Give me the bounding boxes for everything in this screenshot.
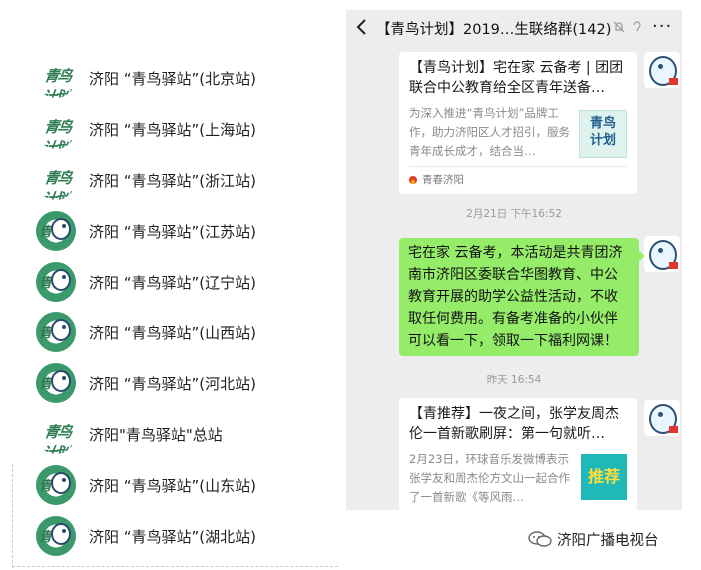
bird-eye xyxy=(62,275,66,279)
chat-panel: 【青鸟计划】2019…生联络群(142) ··· 【青鸟计划】宅在家 云备考 |… xyxy=(346,10,682,510)
sender-avatar[interactable] xyxy=(644,52,680,88)
group-name: 济阳 “青鸟驿站”(山西站) xyxy=(89,323,257,342)
thumbnail-text: 青鸟计划 xyxy=(589,116,616,148)
avatar-eye xyxy=(658,248,663,253)
bird-icon xyxy=(51,523,71,545)
back-arrow-icon[interactable] xyxy=(354,18,370,36)
wechat-icon xyxy=(528,531,552,547)
avatar-logo-text: 青鸟计划 xyxy=(40,423,72,454)
watermark-text: 济阳广播电视台 xyxy=(557,532,659,549)
chat-header: 【青鸟计划】2019…生联络群(142) ··· xyxy=(346,10,682,44)
avatar-eye xyxy=(658,64,663,69)
group-name: 济阳 “青鸟驿站”(江苏站) xyxy=(89,222,257,241)
mute-bell-icon xyxy=(613,21,625,33)
earpiece-icon xyxy=(633,21,641,32)
group-name: 济阳 “青鸟驿站”(上海站) xyxy=(89,120,257,139)
sender-avatar[interactable] xyxy=(644,236,680,272)
group-avatar: 青鸟计划 xyxy=(36,160,76,200)
card-description: 为深入推进“青鸟计划”品牌工作，助力济阳区人才招引，服务青年成长成才，结合当… xyxy=(409,106,570,158)
group-item[interactable]: 青鸟计划 济阳 “青鸟驿站”(浙江站) xyxy=(36,159,326,201)
flag-icon xyxy=(669,262,678,269)
avatar-logo-text: 青鸟计划 xyxy=(40,67,72,98)
group-item[interactable]: 青鸟 济阳 “青鸟驿站”(山东站) xyxy=(36,464,326,506)
group-avatar: 青鸟 xyxy=(36,363,76,403)
group-item[interactable]: 青鸟 济阳 “青鸟驿站”(山西站) xyxy=(36,311,326,353)
watermark: 济阳广播电视台 xyxy=(527,527,659,551)
bird-eye xyxy=(62,478,66,482)
group-avatar: 青鸟计划 xyxy=(36,414,76,454)
flag-icon xyxy=(669,78,678,85)
avatar-eye xyxy=(658,412,663,417)
group-avatar: 青鸟 xyxy=(36,262,76,302)
time-stamp: 昨天 16:54 xyxy=(486,374,542,386)
group-avatar: 青鸟 xyxy=(36,516,76,556)
bird-eye xyxy=(62,325,66,329)
group-name: 济阳 “青鸟驿站”(河北站) xyxy=(89,374,257,393)
bird-eye xyxy=(62,376,66,380)
card-thumbnail: 推荐 xyxy=(581,454,627,500)
group-name: 济阳"青鸟驿站"总站 xyxy=(89,425,223,444)
source-icon xyxy=(409,175,417,184)
bird-icon xyxy=(51,218,71,240)
shared-article-card[interactable]: 【青推荐】一夜之间，张学友周杰伦一首新歌刷屏：第一句就听… 2月23日，环球音乐… xyxy=(399,398,637,510)
bird-icon xyxy=(51,472,71,494)
group-avatar: 青鸟 xyxy=(36,211,76,251)
chat-title: 【青鸟计划】2019…生联络群(142) xyxy=(376,22,612,38)
group-item[interactable]: 青鸟 济阳 “青鸟驿站”(河北站) xyxy=(36,362,326,404)
card-title: 【青鸟计划】宅在家 云备考 | 团团联合中公教育给全区青年送备… xyxy=(409,60,624,96)
group-item[interactable]: 青鸟计划 济阳"青鸟驿站"总站 xyxy=(36,413,326,455)
bird-icon xyxy=(51,319,71,341)
thumbnail-text: 推荐 xyxy=(587,467,620,486)
bird-icon xyxy=(51,269,71,291)
bird-icon xyxy=(51,370,71,392)
group-item[interactable]: 青鸟 济阳 “青鸟驿站”(江苏站) xyxy=(36,210,326,252)
bird-eye xyxy=(62,224,66,228)
card-title: 【青推荐】一夜之间，张学友周杰伦一首新歌刷屏：第一句就听… xyxy=(409,406,619,442)
card-source: 青春济阳 xyxy=(409,172,464,187)
more-options-icon[interactable]: ··· xyxy=(652,16,676,37)
sender-avatar[interactable] xyxy=(644,400,680,436)
group-item[interactable]: 青鸟 济阳 “青鸟驿站”(湖北站) xyxy=(36,515,326,557)
group-avatar: 青鸟 xyxy=(36,465,76,505)
group-avatar: 青鸟计划 xyxy=(36,58,76,98)
time-stamp: 2月21日 下午16:52 xyxy=(466,208,562,220)
group-item[interactable]: 青鸟计划 济阳 “青鸟驿站”(上海站) xyxy=(36,108,326,150)
card-thumbnail: 青鸟计划 xyxy=(579,110,627,158)
divider xyxy=(12,464,13,568)
source-name: 青春济阳 xyxy=(422,174,464,186)
group-avatar: 青鸟 xyxy=(36,312,76,352)
shared-article-card[interactable]: 【青鸟计划】宅在家 云备考 | 团团联合中公教育给全区青年送备… 为深入推进“青… xyxy=(399,52,637,194)
message-bubble[interactable]: 宅在家 云备考，本活动是共青团济南市济阳区委联合华图教育、中公教育开展的助学公益… xyxy=(399,238,645,356)
bird-eye xyxy=(62,529,66,533)
divider xyxy=(12,566,338,567)
card-description: 2月23日，环球音乐发微博表示张学友和周杰伦方文山一起合作了一首新歌《等风雨… xyxy=(409,452,570,504)
group-item[interactable]: 青鸟 济阳 “青鸟驿站”(辽宁站) xyxy=(36,261,326,303)
group-name: 济阳 “青鸟驿站”(辽宁站) xyxy=(89,273,257,292)
group-avatar: 青鸟计划 xyxy=(36,109,76,149)
avatar-logo-text: 青鸟计划 xyxy=(40,169,72,200)
divider xyxy=(409,166,627,167)
group-list: 青鸟计划 济阳 “青鸟驿站”(北京站) 青鸟计划 济阳 “青鸟驿站”(上海站) … xyxy=(0,0,338,570)
avatar-logo-text: 青鸟计划 xyxy=(40,118,72,149)
group-name: 济阳 “青鸟驿站”(湖北站) xyxy=(89,527,257,546)
group-item[interactable]: 青鸟计划 济阳 “青鸟驿站”(北京站) xyxy=(36,57,326,99)
group-name: 济阳 “青鸟驿站”(山东站) xyxy=(89,476,257,495)
group-name: 济阳 “青鸟驿站”(北京站) xyxy=(89,69,257,88)
group-name: 济阳 “青鸟驿站”(浙江站) xyxy=(89,171,257,190)
flag-icon xyxy=(669,426,678,433)
